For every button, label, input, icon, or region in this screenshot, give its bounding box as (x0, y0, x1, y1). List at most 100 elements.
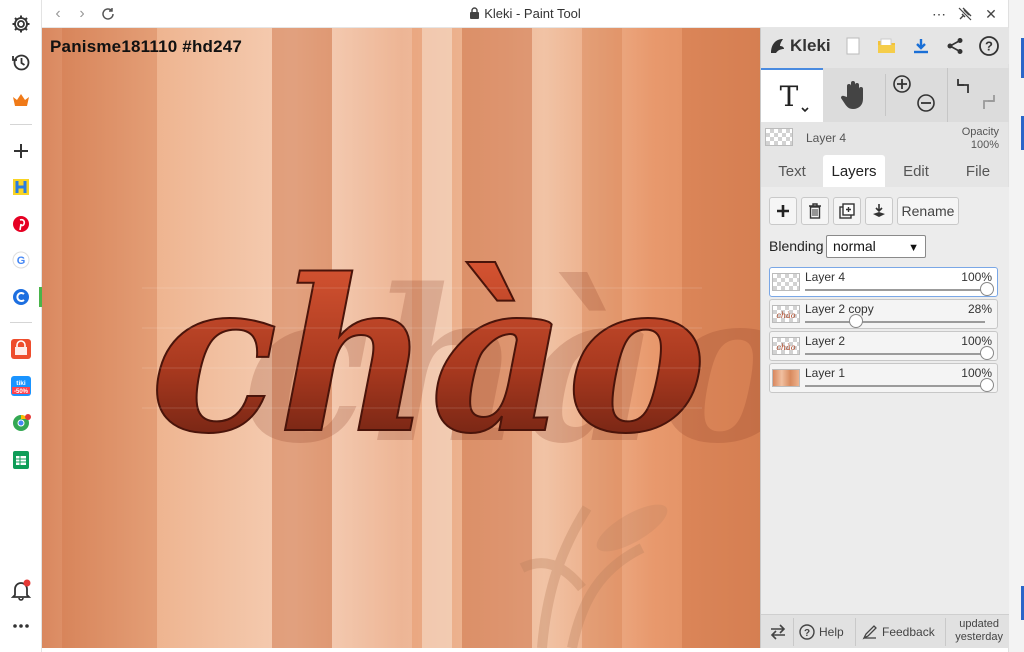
open-folder-icon[interactable] (875, 34, 899, 58)
layer-opacity-track[interactable] (805, 321, 985, 323)
footer-divider (793, 618, 794, 646)
svg-text:?: ? (804, 628, 810, 639)
drawing-canvas[interactable]: chào chào Panisme181110 #hd247 (42, 28, 760, 648)
hand-tool-button[interactable] (823, 68, 885, 122)
svg-text:tiki: tiki (16, 380, 26, 387)
sidebar-divider (10, 322, 32, 323)
help-button[interactable]: ? Help (799, 615, 844, 649)
canvas-artwork: chào chào (42, 28, 760, 648)
h-app-icon[interactable] (9, 175, 33, 199)
footer-divider (945, 618, 946, 646)
blue-app-icon[interactable] (9, 285, 33, 309)
feedback-label: Feedback (882, 625, 935, 639)
layer-name: Layer 2 (805, 334, 846, 348)
kleki-logo[interactable]: Kleki (767, 35, 831, 57)
layer-item[interactable]: chào Layer 2 100% (769, 331, 998, 361)
svg-text:-50%: -50% (14, 389, 29, 395)
layer-item[interactable]: Layer 1 100% (769, 363, 998, 393)
new-image-icon[interactable] (841, 34, 865, 58)
share-icon[interactable] (943, 34, 967, 58)
bell-icon[interactable] (9, 578, 33, 602)
browser-sidebar: G tiki -50% (0, 0, 42, 652)
chevron-down-icon: ▼ (908, 242, 919, 254)
updated-note[interactable]: updated yesterday (955, 618, 1003, 644)
layer-opacity-slider-knob[interactable] (848, 314, 863, 328)
tab-layers[interactable]: Layers (823, 155, 885, 187)
layer-item[interactable]: Layer 4 100% (769, 267, 998, 297)
forward-icon[interactable]: › (72, 4, 92, 24)
zoom-out-icon[interactable] (916, 93, 938, 115)
svg-text:T: T (780, 80, 799, 113)
help-circle-icon: ? (799, 624, 815, 640)
opacity-readout[interactable]: Opacity 100% (962, 126, 999, 152)
tab-edit[interactable]: Edit (885, 155, 947, 187)
reload-icon[interactable] (98, 4, 118, 24)
layer-thumbnail: chào (772, 305, 800, 323)
tiki-icon[interactable]: tiki -50% (9, 374, 33, 398)
menu-dots-icon[interactable]: ⋯ (929, 4, 949, 24)
redo-icon[interactable] (978, 92, 1000, 114)
layer-item[interactable]: chào Layer 2 copy 28% (769, 299, 998, 329)
sheets-icon[interactable] (9, 448, 33, 472)
delete-layer-button[interactable] (801, 197, 829, 225)
shopee-icon[interactable] (9, 337, 33, 361)
feedback-icon (862, 625, 877, 640)
window-title-text: Kleki - Paint Tool (484, 6, 581, 21)
duplicate-layer-button[interactable] (833, 197, 861, 225)
chrome-store-icon[interactable] (9, 411, 33, 435)
current-layer-name: Layer 4 (806, 131, 847, 145)
tab-file[interactable]: File (947, 155, 1009, 187)
panel-tabs: Text Layers Edit File (761, 155, 1009, 187)
plus-icon[interactable] (9, 139, 33, 163)
download-icon[interactable] (909, 34, 933, 58)
pin-icon[interactable] (955, 4, 975, 24)
tab-text[interactable]: Text (761, 155, 823, 187)
hand-icon (840, 81, 863, 109)
svg-text:chào: chào (776, 311, 795, 320)
kleki-logo-text: Kleki (790, 36, 831, 55)
feedback-button[interactable]: Feedback (862, 615, 935, 649)
kleki-logo-icon (771, 39, 784, 53)
blending-label: Blending (769, 238, 824, 254)
pinterest-icon[interactable] (9, 212, 33, 236)
window-title: Kleki - Paint Tool (42, 6, 1008, 23)
layer-opacity-slider-knob[interactable] (980, 282, 994, 296)
layer-name: Layer 1 (805, 366, 846, 380)
more-icon[interactable] (9, 614, 33, 638)
layer-opacity: 28% (967, 302, 992, 316)
layer-opacity-track[interactable] (805, 385, 985, 387)
layer-opacity-slider-knob[interactable] (980, 378, 994, 392)
back-icon[interactable]: ‹ (48, 4, 68, 24)
browser-titlebar: ‹ › Kleki - Paint Tool ⋯ ✕ (42, 0, 1008, 28)
merge-down-button[interactable] (865, 197, 893, 225)
layer-opacity-track[interactable] (805, 353, 985, 355)
zoom-in-icon[interactable] (892, 74, 914, 96)
duplicate-icon (839, 203, 855, 219)
main-art-text: chào (150, 233, 707, 480)
gear-icon[interactable] (9, 12, 33, 36)
merge-down-icon (873, 204, 885, 217)
undo-icon[interactable] (954, 76, 976, 98)
crown-icon[interactable] (9, 88, 33, 112)
svg-text:?: ? (985, 39, 993, 54)
help-circle-icon[interactable]: ? (977, 34, 1001, 58)
layer-thumbnail (772, 369, 800, 387)
layer-name: Layer 2 copy (805, 302, 874, 316)
tool-divider (947, 68, 948, 122)
google-icon[interactable]: G (9, 248, 33, 272)
opacity-value: 100% (970, 139, 999, 151)
text-tool-button[interactable]: T (761, 68, 823, 122)
add-layer-button[interactable] (769, 197, 797, 225)
sidebar-divider (10, 124, 32, 125)
svg-text:G: G (17, 255, 26, 267)
close-icon[interactable]: ✕ (981, 4, 1001, 24)
trash-icon (809, 203, 821, 219)
layer-name: Layer 4 (805, 270, 846, 284)
rename-layer-button[interactable]: Rename (897, 197, 959, 225)
history-icon[interactable] (9, 50, 33, 74)
swap-side-icon[interactable] (769, 615, 787, 649)
blending-select[interactable]: normal ▼ (826, 235, 926, 258)
layer-opacity-slider-knob[interactable] (980, 346, 994, 360)
updated-line1: updated (959, 618, 1000, 630)
layer-opacity-track[interactable] (805, 289, 985, 291)
